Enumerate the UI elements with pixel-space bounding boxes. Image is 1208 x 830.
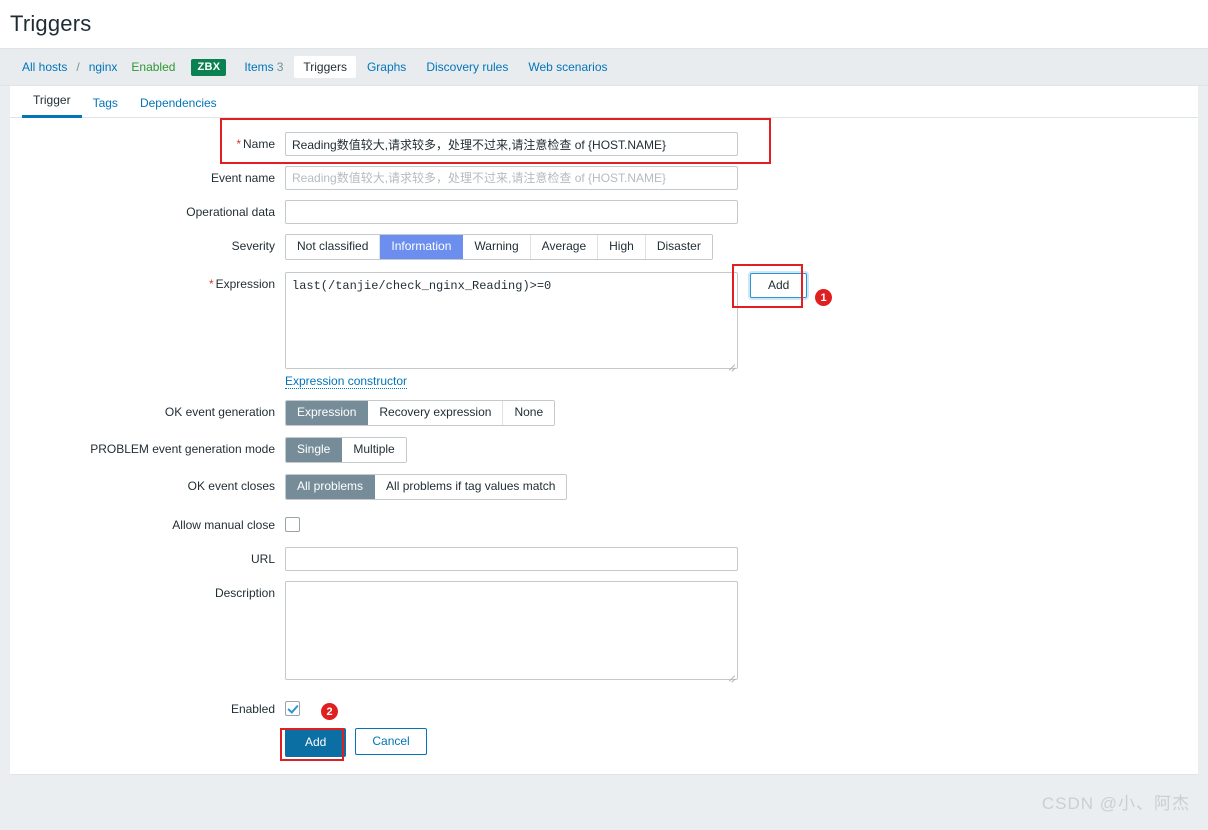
severity-option-disaster[interactable]: Disaster bbox=[645, 235, 712, 259]
expression-constructor-spacer bbox=[10, 374, 285, 379]
form-row-name: * Name bbox=[10, 132, 1198, 156]
ok-event-closes-label: OK event closes bbox=[187, 479, 275, 493]
ok-event-generation-option-none[interactable]: None bbox=[503, 401, 555, 425]
csdn-watermark: CSDN @小、阿杰 bbox=[1041, 794, 1190, 813]
name-required-asterisk: * bbox=[236, 137, 241, 151]
operational-data-input[interactable] bbox=[285, 200, 738, 224]
description-textarea[interactable] bbox=[285, 581, 738, 680]
expression-required-asterisk: * bbox=[208, 277, 214, 291]
tab-dependencies[interactable]: Dependencies bbox=[129, 90, 228, 118]
object-breadcrumb-nav: All hosts / nginx Enabled ZBX Items 3 Tri… bbox=[0, 48, 1208, 86]
breadcrumb-host-nginx[interactable]: nginx bbox=[83, 57, 124, 77]
severity-segmented-control: Not classified Information Warning Avera… bbox=[285, 234, 713, 260]
nav-link-web-scenarios[interactable]: Web scenarios bbox=[519, 56, 616, 78]
form-row-severity: Severity Not classified Information Warn… bbox=[10, 234, 1198, 260]
problem-event-mode-option-single[interactable]: Single bbox=[286, 438, 343, 462]
severity-option-not-classified[interactable]: Not classified bbox=[286, 235, 381, 259]
enabled-checkbox[interactable] bbox=[285, 701, 300, 716]
event-name-label: Event name bbox=[210, 171, 275, 185]
nav-link-items-count: 3 bbox=[276, 60, 284, 74]
breadcrumb-separator: / bbox=[76, 60, 80, 74]
expression-label-text: Expression bbox=[215, 277, 275, 291]
severity-option-average[interactable]: Average bbox=[530, 235, 599, 259]
ok-event-closes-option-tag-values-match[interactable]: All problems if tag values match bbox=[375, 475, 567, 499]
ok-event-generation-option-recovery-expression[interactable]: Recovery expression bbox=[368, 401, 504, 425]
operational-data-label: Operational data bbox=[186, 205, 275, 219]
problem-event-generation-mode-segmented-control: Single Multiple bbox=[285, 437, 407, 463]
allow-manual-close-label: Allow manual close bbox=[172, 518, 275, 532]
breadcrumb-all-hosts[interactable]: All hosts bbox=[16, 57, 73, 77]
severity-option-high[interactable]: High bbox=[598, 235, 646, 259]
url-label: URL bbox=[250, 552, 275, 566]
submit-add-button[interactable]: Add bbox=[285, 728, 347, 757]
problem-event-mode-option-multiple[interactable]: Multiple bbox=[342, 438, 406, 462]
nav-link-discovery-rules-label: Discovery rules bbox=[426, 60, 509, 74]
severity-option-information[interactable]: Information bbox=[380, 235, 464, 259]
expression-add-button[interactable]: Add bbox=[750, 273, 808, 298]
ok-event-generation-label: OK event generation bbox=[164, 405, 275, 419]
event-name-input[interactable] bbox=[285, 166, 738, 190]
nav-link-items[interactable]: Items 3 bbox=[235, 56, 292, 78]
form-row-event-name: Event name bbox=[10, 166, 1198, 190]
annotation-badge-1: 1 bbox=[815, 289, 832, 306]
nav-link-discovery-rules[interactable]: Discovery rules bbox=[417, 56, 517, 78]
tab-tags[interactable]: Tags bbox=[82, 90, 129, 118]
form-row-expression: *Expression Add bbox=[10, 272, 1198, 372]
severity-label: Severity bbox=[231, 239, 275, 253]
description-label: Description bbox=[214, 586, 275, 600]
enabled-label: Enabled bbox=[230, 702, 275, 716]
host-status-enabled[interactable]: Enabled bbox=[123, 57, 183, 77]
problem-event-generation-mode-label: PROBLEM event generation mode bbox=[90, 442, 275, 456]
ok-event-closes-segmented-control: All problems All problems if tag values … bbox=[285, 474, 568, 500]
annotation-badge-2: 2 bbox=[321, 703, 338, 720]
ok-event-generation-option-expression[interactable]: Expression bbox=[286, 401, 369, 425]
nav-link-web-scenarios-label: Web scenarios bbox=[528, 60, 608, 74]
expression-constructor-link[interactable]: Expression constructor bbox=[285, 374, 408, 389]
form-row-ok-event-generation: OK event generation Expression Recovery … bbox=[10, 400, 1198, 426]
nav-link-graphs[interactable]: Graphs bbox=[358, 56, 415, 78]
nav-link-items-label: Items bbox=[244, 60, 274, 74]
form-row-operational-data: Operational data bbox=[10, 200, 1198, 224]
form-row-footer-buttons: Add Cancel bbox=[10, 728, 1198, 757]
ok-event-generation-segmented-control: Expression Recovery expression None bbox=[285, 400, 556, 426]
form-row-problem-event-generation-mode: PROBLEM event generation mode Single Mul… bbox=[10, 437, 1198, 463]
url-input[interactable] bbox=[285, 547, 738, 571]
cancel-button[interactable]: Cancel bbox=[355, 728, 427, 755]
allow-manual-close-checkbox[interactable] bbox=[285, 517, 300, 532]
form-row-url: URL bbox=[10, 547, 1198, 571]
nav-link-triggers-label: Triggers bbox=[303, 60, 347, 74]
page-title: Triggers bbox=[10, 11, 92, 36]
form-tab-strip: Trigger Tags Dependencies bbox=[10, 86, 1198, 118]
page-header: Triggers bbox=[0, 0, 1208, 48]
expression-label: * Expression bbox=[10, 272, 285, 291]
nav-link-graphs-label: Graphs bbox=[366, 60, 407, 74]
form-row-ok-event-closes: OK event closes All problems All problem… bbox=[10, 474, 1198, 500]
expression-textarea[interactable] bbox=[285, 272, 738, 369]
form-row-description: Description bbox=[10, 581, 1198, 683]
zbx-agent-badge[interactable]: ZBX bbox=[191, 58, 227, 76]
footer-buttons-spacer bbox=[10, 728, 285, 733]
tab-trigger[interactable]: Trigger bbox=[22, 87, 82, 118]
trigger-form-card: Trigger Tags Dependencies *Name Event na… bbox=[10, 86, 1198, 775]
form-row-enabled: Enabled bbox=[10, 697, 1198, 716]
name-label-text: Name bbox=[242, 137, 275, 151]
ok-event-closes-option-all-problems[interactable]: All problems bbox=[286, 475, 376, 499]
name-label: * Name bbox=[10, 132, 285, 151]
name-input[interactable] bbox=[285, 132, 738, 156]
form-row-allow-manual-close: Allow manual close bbox=[10, 513, 1198, 532]
trigger-form-body: *Name Event name Operational data Severi… bbox=[10, 118, 1198, 757]
severity-option-warning[interactable]: Warning bbox=[463, 235, 531, 259]
nav-link-triggers[interactable]: Triggers bbox=[294, 56, 356, 78]
form-row-expression-constructor: Expression constructor bbox=[10, 374, 1198, 389]
